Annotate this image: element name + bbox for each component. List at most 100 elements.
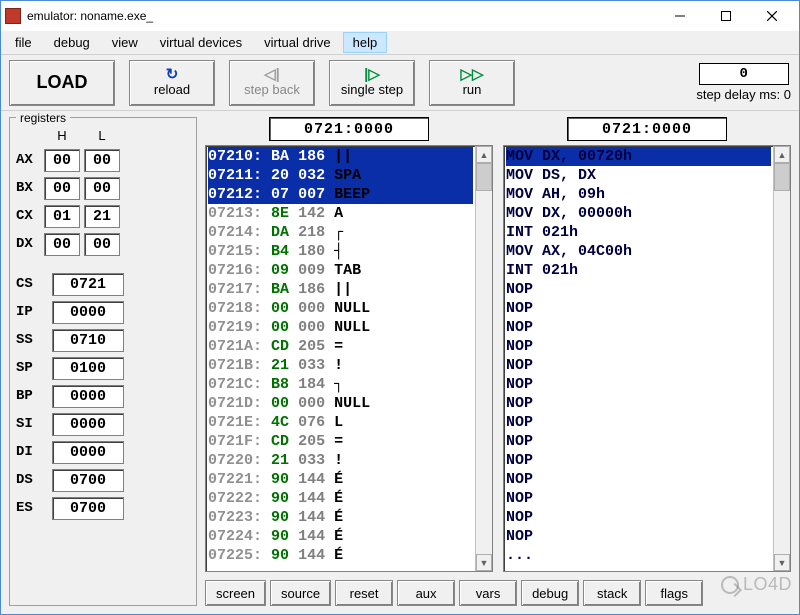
disasm-row[interactable]: INT 021h [506,261,771,280]
memory-row[interactable]: 0721C: B8 184 ┐ [208,375,473,394]
register-ds[interactable]: 0700 [52,469,124,492]
step-delay-value[interactable]: 0 [699,63,789,85]
disasm-row[interactable]: NOP [506,375,771,394]
disasm-scrollbar[interactable]: ▲ ▼ [773,146,790,571]
maximize-button[interactable] [703,2,749,31]
close-button[interactable] [749,2,795,31]
minimize-button[interactable] [657,2,703,31]
memory-row[interactable]: 0721E: 4C 076 L [208,413,473,432]
register-bx-h[interactable]: 00 [44,177,80,200]
toolbar: LOAD ↻ reload ◁| step back |▷ single ste… [1,55,799,111]
scroll-up-button[interactable]: ▲ [476,146,492,163]
register-es[interactable]: 0700 [52,497,124,520]
register-cs[interactable]: 0721 [52,273,124,296]
register-row-ax: AX0000 [16,146,190,174]
memory-row[interactable]: 07218: 00 000 NULL [208,299,473,318]
register-di[interactable]: 0000 [52,441,124,464]
memory-row[interactable]: 07216: 09 009 TAB [208,261,473,280]
memory-row[interactable]: 07212: 07 007 BEEP [208,185,473,204]
memory-row[interactable]: 07217: BA 186 || [208,280,473,299]
debug-button[interactable]: debug [521,580,579,606]
disasm-row[interactable]: MOV DX, 00000h [506,204,771,223]
register-bp[interactable]: 0000 [52,385,124,408]
register-ax-h[interactable]: 00 [44,149,80,172]
load-button[interactable]: LOAD [9,60,115,106]
memory-row[interactable]: 07221: 90 144 É [208,470,473,489]
disasm-row[interactable]: ... [506,546,771,565]
scroll-thumb[interactable] [774,163,790,191]
vars-button[interactable]: vars [459,580,517,606]
register-cx-h[interactable]: 01 [44,205,80,228]
single-step-button[interactable]: |▷ single step [329,60,415,106]
register-row-ss: SS0710 [16,326,190,354]
memory-row[interactable]: 07220: 21 033 ! [208,451,473,470]
memory-row[interactable]: 07211: 20 032 SPA [208,166,473,185]
disasm-row[interactable]: NOP [506,413,771,432]
menu-virtual-drive[interactable]: virtual drive [254,32,340,53]
register-ss[interactable]: 0710 [52,329,124,352]
source-button[interactable]: source [270,580,331,606]
memory-row[interactable]: 07223: 90 144 É [208,508,473,527]
disasm-row[interactable]: NOP [506,489,771,508]
disasm-row[interactable]: MOV AH, 09h [506,185,771,204]
memory-row[interactable]: 0721D: 00 000 NULL [208,394,473,413]
register-sp[interactable]: 0100 [52,357,124,380]
disasm-row[interactable]: NOP [506,394,771,413]
scroll-up-button[interactable]: ▲ [774,146,790,163]
memory-row[interactable]: 07222: 90 144 É [208,489,473,508]
memory-row[interactable]: 0721F: CD 205 = [208,432,473,451]
menu-help[interactable]: help [343,32,388,53]
memory-row[interactable]: 07215: B4 180 ┤ [208,242,473,261]
menu-virtual-devices[interactable]: virtual devices [150,32,252,53]
disasm-row[interactable]: MOV DX, 00720h [506,147,771,166]
register-cx-l[interactable]: 21 [84,205,120,228]
disasm-row[interactable]: NOP [506,451,771,470]
disasm-listing[interactable]: MOV DX, 00720hMOV DS, DXMOV AH, 09hMOV D… [504,146,773,571]
memory-row[interactable]: 0721B: 21 033 ! [208,356,473,375]
menu-file[interactable]: file [5,32,42,53]
memory-address-field[interactable]: 0721:0000 [269,117,429,141]
scroll-thumb[interactable] [476,163,492,191]
register-dx-l[interactable]: 00 [84,233,120,256]
register-si[interactable]: 0000 [52,413,124,436]
memory-row[interactable]: 07224: 90 144 É [208,527,473,546]
disasm-row[interactable]: NOP [506,318,771,337]
menu-debug[interactable]: debug [44,32,100,53]
disasm-address-field[interactable]: 0721:0000 [567,117,727,141]
memory-row[interactable]: 07219: 00 000 NULL [208,318,473,337]
step-back-button[interactable]: ◁| step back [229,60,315,106]
reset-button[interactable]: reset [335,580,393,606]
disasm-row[interactable]: NOP [506,280,771,299]
register-ax-l[interactable]: 00 [84,149,120,172]
disasm-row[interactable]: NOP [506,299,771,318]
disasm-row[interactable]: NOP [506,508,771,527]
register-dx-h[interactable]: 00 [44,233,80,256]
menu-view[interactable]: view [102,32,148,53]
register-ip[interactable]: 0000 [52,301,124,324]
scroll-down-button[interactable]: ▼ [476,554,492,571]
memory-row[interactable]: 07225: 90 144 É [208,546,473,565]
disasm-row[interactable]: INT 021h [506,223,771,242]
aux-button[interactable]: aux [397,580,455,606]
screen-button[interactable]: screen [205,580,266,606]
memory-row[interactable]: 07213: 8E 142 A [208,204,473,223]
memory-row[interactable]: 0721A: CD 205 = [208,337,473,356]
single-step-icon: |▷ [364,68,380,82]
register-bx-l[interactable]: 00 [84,177,120,200]
memory-row[interactable]: 07210: BA 186 || [208,147,473,166]
memory-listing[interactable]: 07210: BA 186 ||07211: 20 032 SPA07212: … [206,146,475,571]
disasm-row[interactable]: NOP [506,337,771,356]
flags-button[interactable]: flags [645,580,703,606]
disasm-row[interactable]: NOP [506,432,771,451]
stack-button[interactable]: stack [583,580,641,606]
disasm-row[interactable]: NOP [506,527,771,546]
memory-scrollbar[interactable]: ▲ ▼ [475,146,492,571]
disasm-row[interactable]: MOV DS, DX [506,166,771,185]
disasm-row[interactable]: MOV AX, 04C00h [506,242,771,261]
run-button[interactable]: ▷▷ run [429,60,515,106]
disasm-row[interactable]: NOP [506,470,771,489]
reload-button[interactable]: ↻ reload [129,60,215,106]
disasm-row[interactable]: NOP [506,356,771,375]
memory-row[interactable]: 07214: DA 218 ┌ [208,223,473,242]
scroll-down-button[interactable]: ▼ [774,554,790,571]
